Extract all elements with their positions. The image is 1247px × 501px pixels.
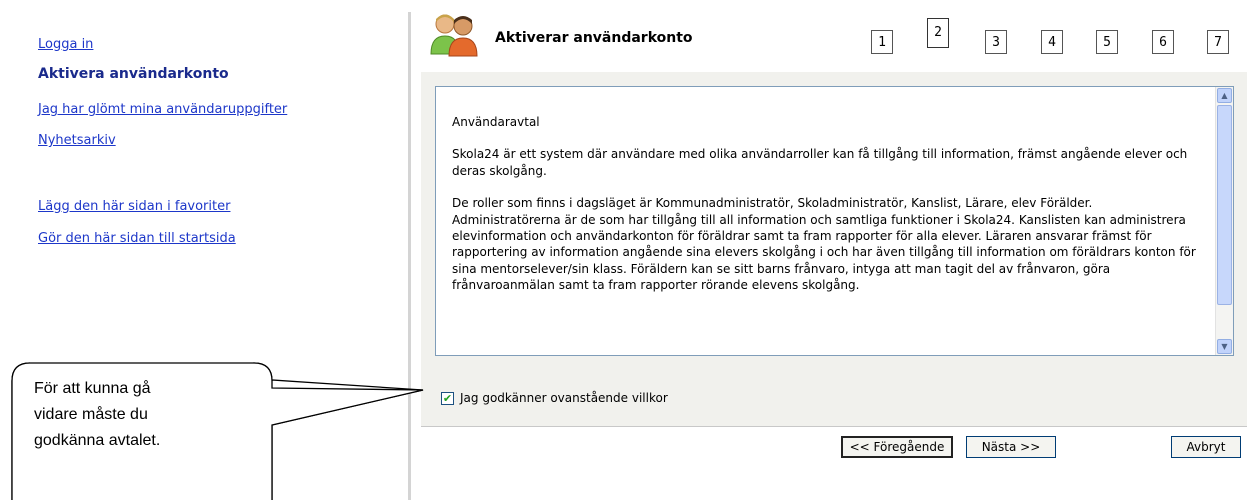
step-7[interactable]: 7 (1207, 30, 1229, 54)
nav-forgot-link[interactable]: Jag har glömt mina användaruppgifter (38, 102, 287, 117)
step-5[interactable]: 5 (1096, 30, 1118, 54)
step-3[interactable]: 3 (985, 30, 1007, 54)
agreement-text: Användaravtal Skola24 är ett system där … (452, 114, 1197, 310)
wizard-footer: << Föregående Nästa >> Avbryt (421, 426, 1247, 501)
step-6[interactable]: 6 (1152, 30, 1174, 54)
nav-favorite-link[interactable]: Lägg den här sidan i favoriter (38, 199, 230, 214)
agree-label[interactable]: Jag godkänner ovanstående villkor (460, 391, 668, 405)
agreement-heading: Användaravtal (452, 115, 540, 129)
scroll-down-icon[interactable]: ▼ (1217, 339, 1232, 354)
users-icon (430, 14, 478, 57)
vertical-scrollbar[interactable]: ▲ ▼ (1215, 87, 1233, 355)
next-button[interactable]: Nästa >> (966, 436, 1056, 458)
wizard-title: Aktiverar användarkonto (495, 30, 693, 46)
previous-button[interactable]: << Föregående (841, 436, 953, 458)
step-4[interactable]: 4 (1041, 30, 1063, 54)
wizard-header: Aktiverar användarkonto 1 2 3 4 5 6 7 (421, 0, 1247, 73)
callout-line-2: vidare måste du (34, 406, 148, 423)
callout-line-1: För att kunna gå (34, 380, 151, 397)
agreement-paragraph-2: De roller som finns i dagsläget är Kommu… (452, 196, 1196, 293)
scroll-up-icon[interactable]: ▲ (1217, 88, 1232, 103)
agreement-textbox[interactable]: Användaravtal Skola24 är ett system där … (435, 86, 1234, 356)
step-1[interactable]: 1 (871, 30, 893, 54)
nav-login-link[interactable]: Logga in (38, 37, 93, 52)
agree-row[interactable]: ✔ Jag godkänner ovanstående villkor (441, 390, 668, 406)
vertical-divider (408, 12, 411, 500)
activation-wizard: Aktiverar användarkonto 1 2 3 4 5 6 7 An… (421, 0, 1247, 501)
scroll-thumb[interactable] (1217, 105, 1232, 305)
nav-startpage-link[interactable]: Gör den här sidan till startsida (38, 231, 236, 246)
agree-checkbox[interactable]: ✔ (441, 391, 454, 405)
nav-activate-current: Aktivera användarkonto (38, 66, 229, 82)
cancel-button[interactable]: Avbryt (1171, 436, 1241, 458)
wizard-body: Användaravtal Skola24 är ett system där … (421, 72, 1247, 426)
callout-text: För att kunna gå vidare måste du godkänn… (34, 376, 254, 454)
callout-line-3: godkänna avtalet. (34, 432, 161, 449)
agreement-paragraph-1: Skola24 är ett system där användare med … (452, 147, 1188, 178)
step-2-current[interactable]: 2 (927, 18, 949, 48)
nav-news-link[interactable]: Nyhetsarkiv (38, 133, 116, 148)
